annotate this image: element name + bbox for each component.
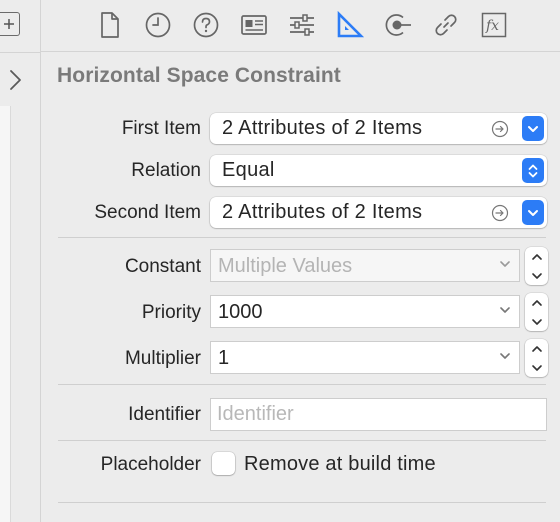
- second-item-value: 2 Attributes of 2 Items: [222, 201, 423, 223]
- chevron-down-icon[interactable]: [499, 306, 511, 314]
- history-inspector-icon[interactable]: [143, 10, 173, 40]
- go-arrow-icon[interactable]: [491, 204, 509, 222]
- priority-stepper[interactable]: [525, 293, 548, 331]
- section-divider: [58, 384, 546, 385]
- priority-combo[interactable]: 1000: [210, 295, 520, 328]
- placeholder-label: Placeholder: [100, 454, 201, 475]
- second-item-popup[interactable]: 2 Attributes of 2 Items: [210, 197, 547, 228]
- stepper-down-icon[interactable]: [525, 266, 548, 285]
- constant-value: Multiple Values: [218, 255, 353, 277]
- svg-text:fx: fx: [485, 18, 499, 34]
- effects-inspector-icon[interactable]: fx: [479, 10, 509, 40]
- stepper-up-icon[interactable]: [525, 339, 548, 358]
- navigator-strip: [0, 0, 41, 522]
- go-arrow-icon[interactable]: [491, 120, 509, 138]
- chevron-down-icon[interactable]: [522, 116, 544, 141]
- chevron-right-icon[interactable]: [6, 68, 24, 92]
- chevron-down-icon[interactable]: [499, 352, 511, 360]
- stepper-up-icon[interactable]: [525, 247, 548, 266]
- connections-inspector-icon[interactable]: [383, 10, 413, 40]
- chevron-down-icon[interactable]: [499, 260, 511, 268]
- first-item-label: First Item: [121, 118, 201, 139]
- multiplier-label: Multiplier: [124, 348, 201, 369]
- identity-inspector-icon[interactable]: [239, 10, 269, 40]
- identifier-input[interactable]: [211, 399, 543, 430]
- constant-stepper[interactable]: [525, 247, 548, 285]
- add-button[interactable]: [0, 12, 20, 36]
- plus-icon: [4, 19, 14, 29]
- section-divider: [58, 440, 546, 441]
- constant-label: Constant: [124, 256, 201, 277]
- priority-label: Priority: [141, 302, 201, 323]
- relation-label: Relation: [131, 160, 201, 181]
- second-item-label: Second Item: [94, 202, 201, 223]
- left-divider: [0, 52, 40, 53]
- stepper-down-icon[interactable]: [525, 358, 548, 377]
- file-inspector-icon[interactable]: [95, 10, 125, 40]
- size-inspector-icon[interactable]: [335, 10, 365, 40]
- relation-value: Equal: [222, 159, 275, 181]
- multiplier-stepper[interactable]: [525, 339, 548, 377]
- remove-at-build-time-checkbox[interactable]: [212, 452, 235, 475]
- priority-value: 1000: [218, 301, 263, 323]
- stepper-up-icon[interactable]: [525, 293, 548, 312]
- constant-combo[interactable]: Multiple Values: [210, 249, 520, 282]
- section-title: Horizontal Space Constraint: [57, 64, 341, 87]
- first-item-value: 2 Attributes of 2 Items: [222, 117, 423, 139]
- first-item-popup[interactable]: 2 Attributes of 2 Items: [210, 113, 547, 144]
- chevron-down-icon[interactable]: [522, 200, 544, 225]
- multiplier-combo[interactable]: 1: [210, 341, 520, 374]
- up-down-chevron-icon[interactable]: [522, 158, 544, 183]
- navigator-list: [0, 106, 11, 522]
- identifier-label: Identifier: [128, 404, 201, 425]
- stepper-down-icon[interactable]: [525, 312, 548, 331]
- inspector-toolbar: fx: [41, 0, 560, 52]
- multiplier-value: 1: [218, 347, 230, 369]
- attributes-inspector-icon[interactable]: [287, 10, 317, 40]
- relation-popup[interactable]: Equal: [210, 155, 547, 186]
- identifier-field[interactable]: [210, 398, 547, 431]
- bindings-inspector-icon[interactable]: [431, 10, 461, 40]
- remove-at-build-time-label[interactable]: Remove at build time: [244, 453, 436, 476]
- quick-help-icon[interactable]: [191, 10, 221, 40]
- section-divider: [58, 237, 546, 238]
- section-divider: [58, 502, 546, 503]
